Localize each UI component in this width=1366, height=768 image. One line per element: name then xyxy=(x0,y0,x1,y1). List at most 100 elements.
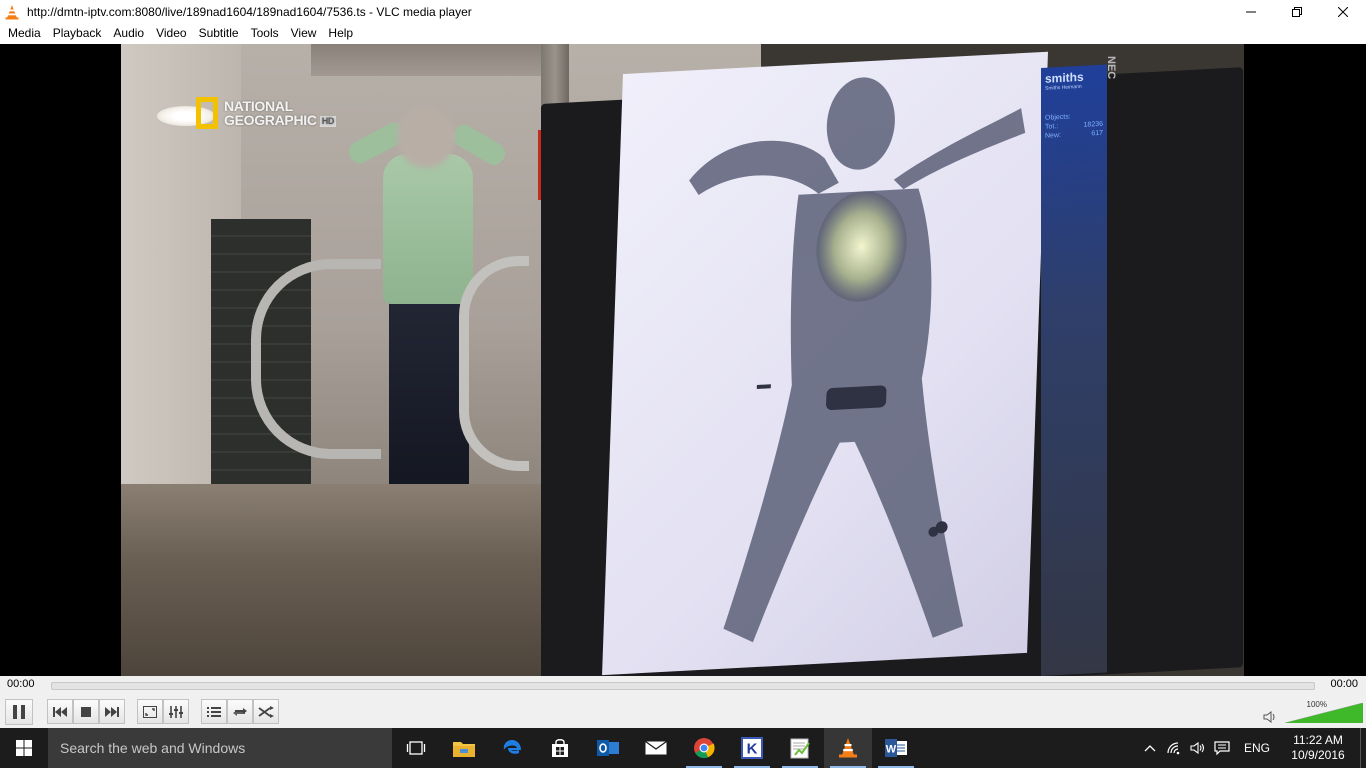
scanner-rail xyxy=(459,256,529,471)
task-view-button[interactable] xyxy=(392,728,440,768)
new-label: New: xyxy=(1045,131,1061,140)
taskbar-word[interactable]: W xyxy=(872,728,920,768)
menu-view[interactable]: View xyxy=(285,23,323,44)
folder-icon xyxy=(453,742,475,757)
taskbar-vlc[interactable] xyxy=(824,728,872,768)
k-app-icon: K xyxy=(741,737,763,759)
person-legs xyxy=(389,294,469,489)
loop-button[interactable] xyxy=(227,699,253,724)
person-body xyxy=(383,154,473,304)
clock-date: 10/9/2016 xyxy=(1291,748,1345,762)
svg-text:W: W xyxy=(886,744,897,756)
taskbar-k-app[interactable]: K xyxy=(728,728,776,768)
action-center-button[interactable] xyxy=(1210,728,1234,768)
extended-settings-button[interactable] xyxy=(163,699,189,724)
window-title: http://dmtn-iptv.com:8080/live/189nad160… xyxy=(27,4,472,19)
volume-control: 100% xyxy=(1263,699,1363,725)
scanner-info-panel: smiths Smiths Heimann Objects: Tot.: 1823… xyxy=(1041,64,1107,676)
start-button[interactable] xyxy=(0,728,48,768)
edge-icon xyxy=(503,740,521,754)
clock-time: 11:22 AM xyxy=(1293,733,1343,747)
objects-label: Objects: xyxy=(1045,113,1071,122)
next-button[interactable] xyxy=(99,699,125,724)
show-hidden-icons-button[interactable] xyxy=(1138,728,1162,768)
logo-line2: GEOGRAPHIC xyxy=(224,112,317,128)
clock[interactable]: 11:22 AM 10/9/2016 xyxy=(1280,733,1356,763)
restore-icon xyxy=(1292,6,1302,17)
fullscreen-icon xyxy=(143,705,157,718)
tray-volume-button[interactable] xyxy=(1186,728,1210,768)
speaker-icon[interactable] xyxy=(1263,710,1277,724)
shuffle-icon xyxy=(258,705,274,718)
equalizer-icon xyxy=(169,705,183,718)
menu-tools[interactable]: Tools xyxy=(245,23,285,44)
search-placeholder: Search the web and Windows xyxy=(60,740,246,756)
task-view-icon xyxy=(406,741,426,755)
video-area[interactable]: NATIONAL GEOGRAPHIC HD smiths Smiths Hei… xyxy=(0,44,1366,676)
menu-media[interactable]: Media xyxy=(2,23,47,44)
seek-slider[interactable] xyxy=(51,682,1315,690)
show-desktop-button[interactable] xyxy=(1360,728,1366,768)
menu-subtitle[interactable]: Subtitle xyxy=(193,23,245,44)
window-controls xyxy=(1228,0,1366,23)
stop-icon xyxy=(81,706,91,717)
speaker-icon xyxy=(1190,741,1205,755)
taskbar-outlook[interactable] xyxy=(584,728,632,768)
network-button[interactable] xyxy=(1162,728,1186,768)
logo-line1: NATIONAL xyxy=(224,98,293,114)
scanner-rail xyxy=(251,259,381,459)
tot-label: Tot.: xyxy=(1045,123,1059,131)
menu-audio[interactable]: Audio xyxy=(107,23,150,44)
seek-bar-row: 00:00 00:00 xyxy=(0,676,1366,695)
menu-help[interactable]: Help xyxy=(322,23,359,44)
xray-screen xyxy=(602,51,1048,676)
taskbar-mail[interactable] xyxy=(632,728,680,768)
title-bar: http://dmtn-iptv.com:8080/live/189nad160… xyxy=(0,0,1366,23)
taskbar-file-explorer[interactable] xyxy=(440,728,488,768)
taskbar-chrome[interactable] xyxy=(680,728,728,768)
pause-icon xyxy=(13,705,25,719)
outlook-icon xyxy=(597,740,619,756)
playlist-icon xyxy=(207,706,221,717)
notepad-plus-icon xyxy=(790,738,810,759)
svg-text:K: K xyxy=(747,741,758,758)
close-icon xyxy=(1338,6,1348,17)
playlist-button[interactable] xyxy=(201,699,227,724)
channel-logo-text: NATIONAL GEOGRAPHIC HD xyxy=(224,98,337,128)
minimize-button[interactable] xyxy=(1228,0,1274,23)
mail-envelope-icon xyxy=(645,741,667,755)
logo-hd-badge: HD xyxy=(319,115,337,127)
tot-value: 18236 xyxy=(1083,120,1103,129)
person-head-blurred xyxy=(397,106,455,168)
taskbar-edge[interactable] xyxy=(488,728,536,768)
stop-button[interactable] xyxy=(73,699,99,724)
close-button[interactable] xyxy=(1320,0,1366,23)
notification-icon xyxy=(1214,741,1230,755)
input-language[interactable]: ENG xyxy=(1234,741,1280,755)
playback-controls: 100% xyxy=(0,695,1366,728)
video-frame[interactable]: NATIONAL GEOGRAPHIC HD smiths Smiths Hei… xyxy=(121,44,1244,676)
new-value: 617 xyxy=(1091,129,1103,138)
next-icon xyxy=(105,706,119,717)
taskbar-store[interactable] xyxy=(536,728,584,768)
pause-button[interactable] xyxy=(5,699,33,725)
elapsed-time[interactable]: 00:00 xyxy=(7,678,35,690)
word-icon: W xyxy=(885,739,907,757)
channel-logo: NATIONAL GEOGRAPHIC HD xyxy=(196,97,337,129)
taskbar: Search the web and Windows K W ENG 11:22… xyxy=(0,728,1366,768)
taskbar-notepad-plus[interactable] xyxy=(776,728,824,768)
fullscreen-button[interactable] xyxy=(137,699,163,724)
search-box[interactable]: Search the web and Windows xyxy=(48,728,392,768)
store-bag-icon xyxy=(552,739,568,757)
menu-video[interactable]: Video xyxy=(150,23,192,44)
natgeo-frame-icon xyxy=(196,97,218,129)
volume-slider[interactable] xyxy=(1285,703,1363,723)
vlc-cone-icon xyxy=(839,738,857,758)
previous-button[interactable] xyxy=(47,699,73,724)
vlc-cone-icon xyxy=(5,4,19,19)
windows-logo-icon xyxy=(16,740,32,756)
menu-playback[interactable]: Playback xyxy=(47,23,108,44)
shuffle-button[interactable] xyxy=(253,699,279,724)
restore-button[interactable] xyxy=(1274,0,1320,23)
total-time[interactable]: 00:00 xyxy=(1330,678,1358,690)
